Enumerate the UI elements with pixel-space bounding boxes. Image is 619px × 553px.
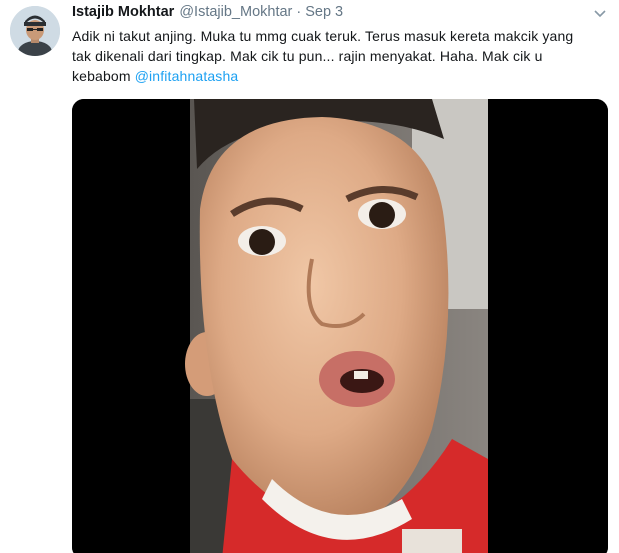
tweet-text-fragment: kebabom bbox=[72, 68, 135, 84]
tweet-header: Istajib Mokhtar @Istajib_Mokhtar · Sep 3 bbox=[72, 4, 343, 24]
tweet[interactable]: Istajib Mokhtar @Istajib_Mokhtar · Sep 3… bbox=[0, 0, 619, 553]
tweet-text-line: kebabom @infitahnatasha bbox=[72, 66, 602, 86]
tweet-text-line: tak dikenali dari tingkap. Mak cik tu pu… bbox=[72, 48, 543, 64]
avatar-image bbox=[10, 6, 60, 56]
tweet-text: Adik ni takut anjing. Muka tu mmg cuak t… bbox=[72, 26, 602, 86]
tweet-menu-button[interactable] bbox=[592, 6, 608, 22]
video-player[interactable] bbox=[72, 99, 608, 553]
tweet-text-line: Adik ni takut anjing. Muka tu mmg cuak t… bbox=[72, 28, 574, 44]
video-frame bbox=[72, 99, 608, 553]
chevron-down-icon bbox=[594, 10, 606, 18]
mention-link[interactable]: @infitahnatasha bbox=[135, 68, 239, 84]
author-display-name[interactable]: Istajib Mokhtar bbox=[72, 4, 174, 20]
tweet-timestamp[interactable]: Sep 3 bbox=[305, 4, 343, 20]
avatar[interactable] bbox=[10, 6, 60, 56]
header-separator: · bbox=[296, 4, 302, 20]
author-handle[interactable]: @Istajib_Mokhtar bbox=[179, 4, 292, 20]
